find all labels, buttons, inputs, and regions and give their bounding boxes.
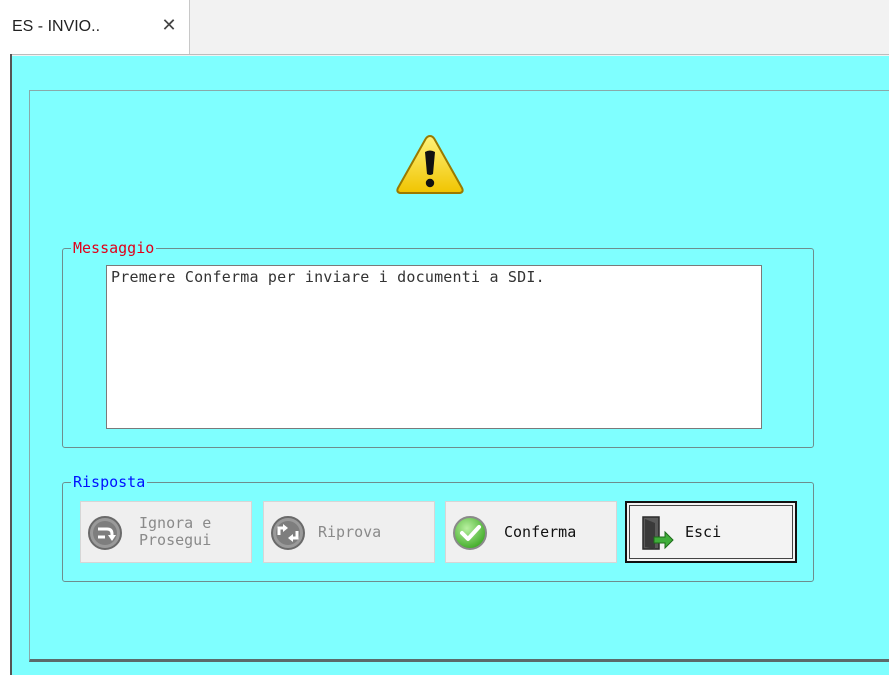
message-group: Messaggio Premere Conferma per inviare i…: [62, 239, 814, 448]
message-text: Premere Conferma per inviare i documenti…: [111, 268, 545, 286]
exit-door-icon: [642, 516, 674, 550]
ignore-button-label: Ignora e Prosegui: [139, 515, 211, 549]
ignore-and-continue-button[interactable]: Ignora e Prosegui: [80, 501, 252, 563]
warning-triangle-icon: [396, 134, 464, 194]
ignore-label-line1: Ignora e: [139, 514, 212, 532]
dialog-client-area: Messaggio Premere Conferma per inviare i…: [12, 56, 889, 675]
close-icon[interactable]: ✕: [158, 15, 180, 37]
exit-button-label: Esci: [685, 523, 722, 541]
response-group-legend: Risposta: [71, 473, 148, 491]
window-frame: [0, 54, 12, 675]
tab-strip: ES - INVIO.. ✕: [0, 0, 889, 55]
retry-button-label: Riprova: [318, 523, 382, 541]
green-check-icon: [453, 516, 487, 550]
skip-arrow-icon: [88, 516, 122, 550]
tab-es-invio[interactable]: ES - INVIO.. ✕: [0, 0, 190, 54]
ignore-label-line2: Prosegui: [139, 531, 212, 549]
tab-title: ES - INVIO..: [12, 18, 101, 35]
message-textbox[interactable]: Premere Conferma per inviare i documenti…: [106, 265, 762, 429]
retry-button[interactable]: Riprova: [263, 501, 435, 563]
confirm-button-label: Conferma: [504, 523, 577, 541]
confirm-button[interactable]: Conferma: [445, 501, 617, 563]
exit-button[interactable]: Esci: [625, 501, 797, 563]
retry-arrows-icon: [271, 516, 305, 550]
response-group: Risposta Ignora e Prosegui Riprova Confe…: [62, 473, 814, 582]
message-group-legend: Messaggio: [71, 239, 157, 257]
